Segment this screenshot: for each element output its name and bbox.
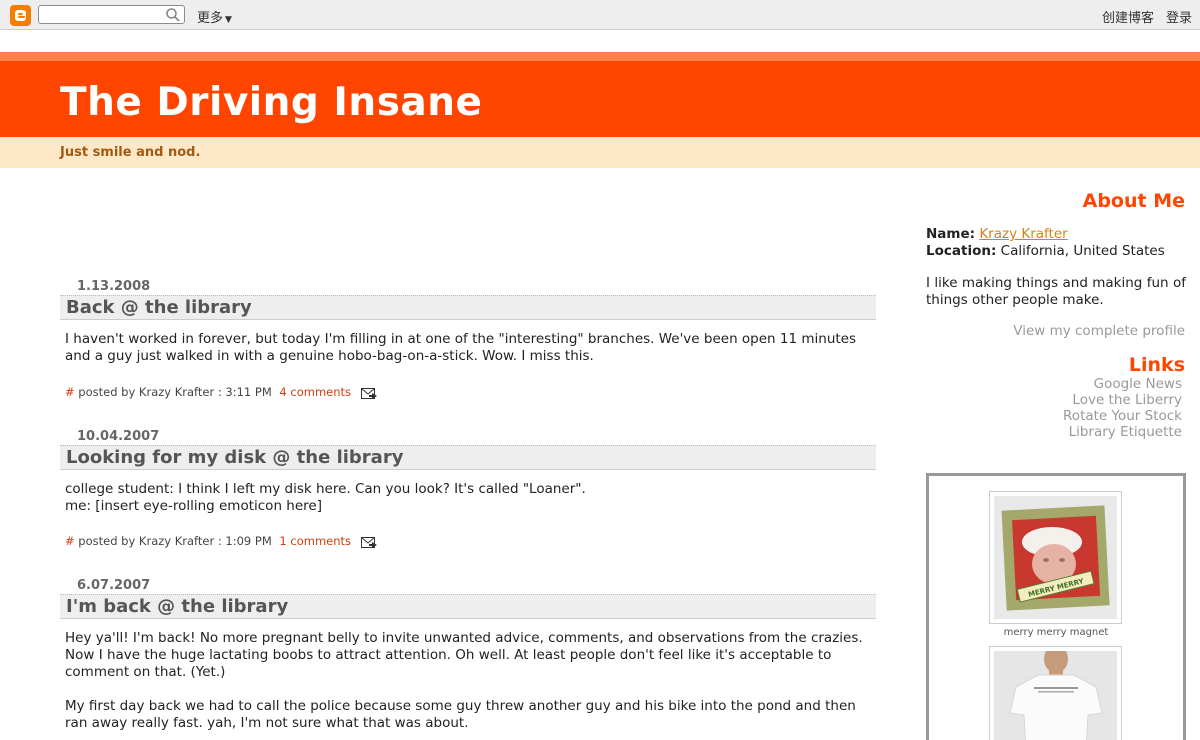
post-paragraph: I haven't worked in forever, but today I…	[65, 331, 857, 364]
location-label: Location:	[926, 243, 997, 259]
product-widget: MERRY MERRY merry merry magnet	[926, 473, 1186, 740]
post-title[interactable]: Looking for my disk @ the library	[60, 445, 876, 470]
magnet-image: MERRY MERRY	[994, 496, 1117, 619]
tshirt-thumbnail[interactable]	[989, 645, 1122, 740]
link-rotate-your-stock[interactable]: Rotate Your Stock	[1063, 408, 1182, 424]
post-paragraph: My first day back we had to call the pol…	[65, 698, 856, 731]
post-byline: posted by Krazy Krafter : 3:11 PM	[74, 385, 272, 399]
link-library-etiquette[interactable]: Library Etiquette	[1063, 424, 1182, 440]
post-paragraph: me: [insert eye-rolling emoticon here]	[65, 498, 322, 514]
profile-name-line: Name: Krazy Krafter	[926, 226, 1068, 242]
about-me-heading: About Me	[1082, 190, 1185, 212]
view-profile-link[interactable]: View my complete profile	[1013, 323, 1185, 339]
tshirt-image	[994, 645, 1117, 740]
search-input[interactable]	[39, 8, 161, 26]
about-text: I like making things and making fun of t…	[926, 275, 1186, 308]
blogger-logo-icon[interactable]	[10, 5, 31, 26]
post-body: I haven't worked in forever, but today I…	[65, 331, 870, 365]
header-stripe	[0, 52, 1200, 61]
post-paragraph: college student: I think I left my disk …	[65, 481, 586, 497]
permalink[interactable]: #	[65, 385, 75, 399]
navbar-right-links: 创建博客 登录	[1090, 7, 1192, 26]
more-menu-button[interactable]: 更多 ▼	[197, 7, 232, 26]
post-date: 1.13.2008	[77, 279, 151, 294]
link-google-news[interactable]: Google News	[1063, 376, 1182, 392]
post-body: college student: I think I left my disk …	[65, 481, 870, 515]
login-link[interactable]: 登录	[1166, 11, 1192, 26]
magnet-thumbnail[interactable]: MERRY MERRY	[989, 491, 1122, 624]
post-footer: # posted by Krazy Krafter : 1:09 PM 1 co…	[65, 534, 379, 549]
product-caption[interactable]: merry merry magnet	[929, 627, 1183, 638]
search-icon[interactable]	[165, 7, 181, 23]
post-body: Hey ya'll! I'm back! No more pregnant be…	[65, 630, 870, 732]
chevron-down-icon: ▼	[225, 15, 232, 25]
permalink[interactable]: #	[65, 534, 75, 548]
more-menu-label: 更多	[197, 11, 224, 26]
link-love-the-liberry[interactable]: Love the Liberry	[1063, 392, 1182, 408]
blog-title[interactable]: The Driving Insane	[60, 80, 482, 125]
email-post-icon[interactable]	[360, 388, 379, 400]
post-title[interactable]: I'm back @ the library	[60, 594, 876, 619]
post-paragraph: Hey ya'll! I'm back! No more pregnant be…	[65, 630, 863, 680]
post-footer: # posted by Krazy Krafter : 3:11 PM 4 co…	[65, 385, 379, 400]
comments-link[interactable]: 1 comments	[279, 534, 351, 548]
profile-name-link[interactable]: Krazy Krafter	[979, 226, 1067, 242]
location-value: California, United States	[1000, 243, 1165, 259]
links-list: Google News Love the Liberry Rotate Your…	[1063, 376, 1182, 440]
post-date: 6.07.2007	[77, 578, 151, 593]
email-post-icon[interactable]	[360, 537, 379, 549]
blog-description: Just smile and nod.	[60, 145, 201, 160]
blogger-navbar: 更多 ▼ 创建博客 登录	[0, 0, 1200, 30]
post-title[interactable]: Back @ the library	[60, 295, 876, 320]
post-date: 10.04.2007	[77, 429, 160, 444]
post: 10.04.2007 Looking for my disk @ the lib…	[60, 429, 876, 559]
create-blog-link[interactable]: 创建博客	[1102, 11, 1154, 26]
post: 1.13.2008 Back @ the library I haven't w…	[60, 279, 876, 409]
profile-location-line: Location: California, United States	[926, 243, 1165, 259]
links-heading: Links	[1128, 354, 1185, 376]
post-byline: posted by Krazy Krafter : 1:09 PM	[74, 534, 272, 548]
navbar-search	[38, 5, 185, 26]
name-label: Name:	[926, 226, 976, 242]
comments-link[interactable]: 4 comments	[279, 385, 351, 399]
post: 6.07.2007 I'm back @ the library Hey ya'…	[60, 578, 876, 740]
